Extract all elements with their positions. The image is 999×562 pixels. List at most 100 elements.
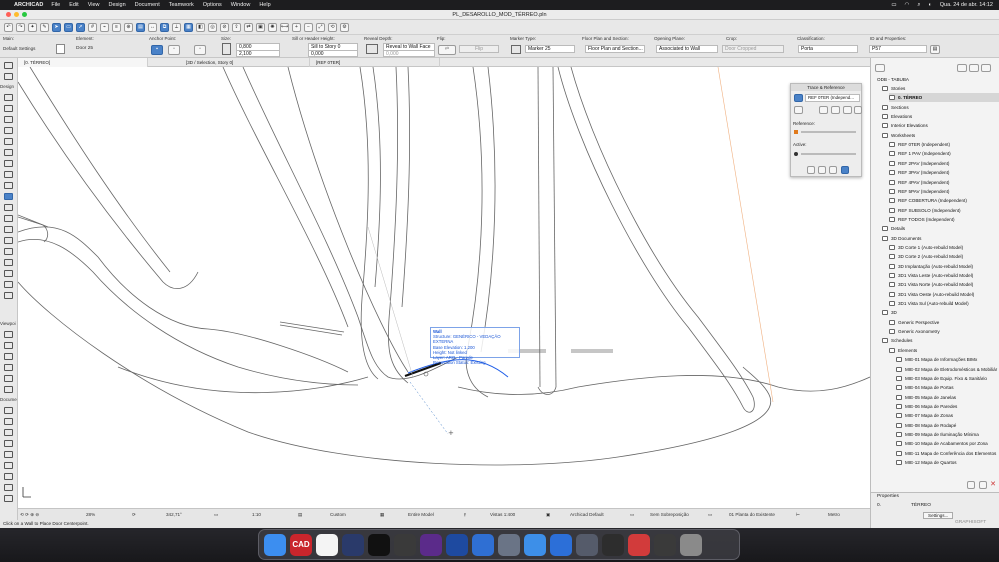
flip-button[interactable]: Flip <box>459 45 499 53</box>
doc2-icon[interactable] <box>628 533 650 556</box>
pen-set-value[interactable]: Vistas 1:400 <box>490 512 515 517</box>
navigator-item[interactable]: MIE-11 Mapa de Conferência dos Elementos <box>896 449 999 458</box>
floor-plan-canvas[interactable]: + <box>18 67 870 508</box>
object-tool-icon[interactable] <box>4 248 13 255</box>
scale-value[interactable]: 1:10 <box>252 512 261 517</box>
dimension-icon[interactable]: ⊢ <box>796 512 800 518</box>
navigator-item[interactable]: Interior Elevations <box>882 121 999 130</box>
dimension-icon[interactable]: ↔ <box>148 22 157 32</box>
polyline-tool-icon[interactable] <box>4 484 13 491</box>
navigator-item[interactable]: MIE-08 Mapa de Rodapé <box>896 421 999 430</box>
renovation-icon[interactable]: ▭ <box>708 512 712 518</box>
navigator-item[interactable]: 3D1 Vista Leste (Auto-rebuild Model) <box>889 271 999 280</box>
app-blue-icon[interactable] <box>472 533 494 556</box>
fill-tool-icon[interactable] <box>4 451 13 458</box>
archicad-icon[interactable] <box>342 533 364 556</box>
navigator-item[interactable]: Sections <box>882 103 999 112</box>
navigator-item[interactable]: 3D Corte 2 (Auto-rebuild Model) <box>889 252 999 261</box>
tab-ref[interactable]: [REF 0TER] <box>310 58 440 67</box>
grid-snap-icon[interactable]: ▦ <box>184 22 193 32</box>
wifi-icon[interactable]: ◠ <box>905 2 910 8</box>
floor-plan-button[interactable]: Floor Plan and Section... <box>585 45 645 53</box>
navigator-item[interactable]: 0. TÉRREO <box>889 93 999 103</box>
menu-options[interactable]: Options <box>203 2 222 8</box>
lamp-tool-icon[interactable] <box>4 259 13 266</box>
snap-icon[interactable]: ⊕ <box>124 22 133 32</box>
navigator-item[interactable]: Worksheets <box>882 131 999 140</box>
navigator-pin-icon[interactable] <box>875 64 885 72</box>
anchor-center-icon[interactable]: ▪ <box>151 45 163 55</box>
project-map-icon[interactable] <box>957 64 967 72</box>
anchor-edge-icon[interactable]: ▫ <box>194 45 206 55</box>
anchor-side-icon[interactable]: ▫ <box>168 45 180 55</box>
preview-icon[interactable] <box>576 533 598 556</box>
beam-frame-tool-icon[interactable] <box>4 292 13 299</box>
layer-combo-value[interactable]: Custom <box>330 512 346 517</box>
zoom-window-button[interactable] <box>22 12 27 17</box>
overlay-value[interactable]: Sem Sobreposição <box>650 512 689 517</box>
align-icon[interactable]: ≡ <box>112 22 121 32</box>
toolbox-category-document[interactable]: Docume <box>0 397 18 402</box>
line-tool-icon[interactable] <box>4 462 13 469</box>
layout-book-icon[interactable] <box>981 64 991 72</box>
fit-window-icon[interactable]: ⤢ <box>316 22 325 32</box>
navigator-item[interactable]: 3D Corte 1 (Auto-rebuild Model) <box>889 243 999 252</box>
arrow-tool-icon[interactable] <box>4 62 13 69</box>
menu-file[interactable]: File <box>51 2 60 8</box>
active-color-swatch[interactable] <box>794 152 798 156</box>
trace-icon[interactable]: ⧉ <box>160 22 169 32</box>
finder-icon[interactable] <box>264 533 286 556</box>
layer-icon[interactable]: ▤ <box>136 22 145 32</box>
doc3-icon[interactable] <box>654 533 676 556</box>
rotate-icon[interactable]: ⟳ <box>132 512 136 518</box>
keynote-icon[interactable] <box>550 533 572 556</box>
tab-floor-plan[interactable]: [0. TÉRREO] <box>18 58 148 67</box>
navigator-item[interactable]: Schedules <box>882 336 999 345</box>
autocad-icon[interactable]: CAD <box>290 533 312 556</box>
nav-settings-icon[interactable] <box>967 481 975 489</box>
navigator-item[interactable]: REF 0TER (Independent) <box>889 140 999 149</box>
dimension-value[interactable]: Metro <box>828 512 840 517</box>
scale-icon[interactable]: ▭ <box>214 512 218 518</box>
renovation-value[interactable]: 01 Planta do Existente <box>729 512 775 517</box>
navigator-item[interactable]: REF 5PAV (Independent) <box>889 187 999 196</box>
level-dimension-tool-icon[interactable] <box>4 418 13 425</box>
curtain-wall-tool-icon[interactable] <box>4 226 13 233</box>
navigator-item[interactable]: MIE-05 Mapa de Janelas <box>896 393 999 402</box>
layer-combo-icon[interactable]: ▤ <box>298 512 302 518</box>
undo-icon[interactable]: ↶ <box>4 22 13 32</box>
change-tool-icon[interactable] <box>4 386 13 393</box>
navigator-item[interactable]: Generic Perspective <box>889 318 999 327</box>
fill-icon[interactable]: ◧ <box>196 22 205 32</box>
navigator-item[interactable]: REF 3PAV (Independent) <box>889 168 999 177</box>
view-3d-icon[interactable]: ◎ <box>208 22 217 32</box>
doc1-icon[interactable] <box>602 533 624 556</box>
trace-option-icon[interactable] <box>829 166 837 174</box>
trace-option-icon[interactable] <box>818 166 826 174</box>
navigator-item[interactable]: REF TODOS (Independent) <box>889 215 999 224</box>
trace-settings-icon[interactable] <box>854 106 862 114</box>
redo-icon[interactable]: ↷ <box>16 22 25 32</box>
zoom-in-icon[interactable]: + <box>292 22 301 32</box>
sill-height-field[interactable]: 0,000 <box>308 50 358 57</box>
slab-tool-icon[interactable] <box>4 127 13 134</box>
detail-tool-icon[interactable] <box>4 375 13 382</box>
guide-icon[interactable]: ⟂ <box>172 22 181 32</box>
trace-option-icon[interactable] <box>841 166 849 174</box>
beam-tool-icon[interactable] <box>4 116 13 123</box>
zoom-out-icon[interactable]: − <box>304 22 313 32</box>
zoom-value[interactable]: 28% <box>86 512 95 517</box>
flip-icon[interactable]: ⇄ <box>438 45 456 55</box>
offset-icon[interactable]: ⌁ <box>100 22 109 32</box>
navigator-item[interactable]: MIE-07 Mapa de Zonas <box>896 411 999 420</box>
game-icon[interactable] <box>394 533 416 556</box>
stair-tool-icon[interactable] <box>4 171 13 178</box>
navigator-item[interactable]: 3D Implantação (Auto-rebuild Model) <box>889 262 999 271</box>
magic-wand-icon[interactable]: ✦ <box>28 22 37 32</box>
angle-value[interactable]: 342,71° <box>166 512 182 517</box>
undo-small-icon[interactable]: ⟲ ⟳ ⊕ ⊖ <box>20 512 39 518</box>
trace-toggle-icon[interactable] <box>794 94 803 102</box>
door-preview-icon[interactable] <box>56 44 65 54</box>
pen-set-icon[interactable]: ⫯ <box>464 512 466 517</box>
model-view-value[interactable]: Entire Model <box>408 512 434 517</box>
